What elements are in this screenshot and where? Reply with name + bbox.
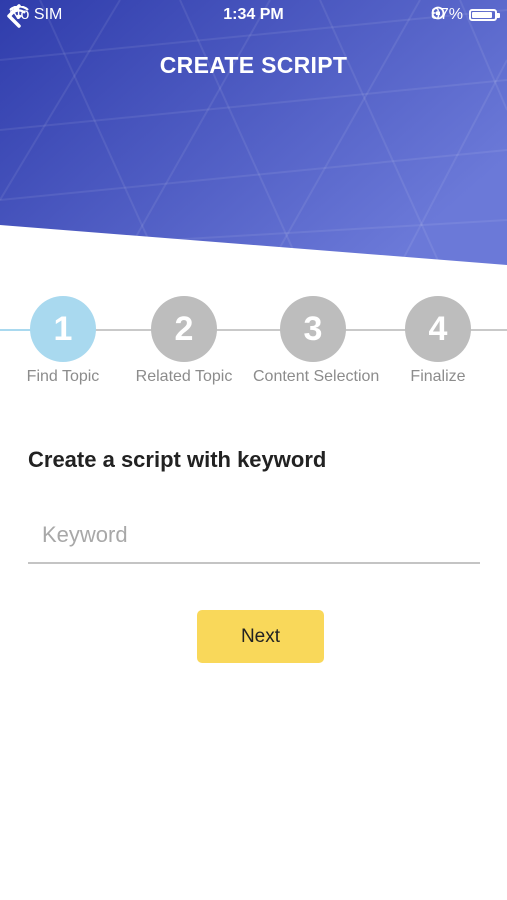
step-number: 3 — [280, 296, 346, 362]
keyword-input[interactable] — [28, 508, 480, 564]
step-find-topic: 1 Find Topic — [3, 296, 123, 386]
step-content-selection: 3 Content Selection — [253, 296, 380, 386]
status-right: 87% — [431, 6, 500, 24]
step-finalize: 4 Finalize — [378, 296, 498, 386]
step-number: 1 — [30, 296, 96, 362]
form-title: Create a script with keyword — [28, 447, 327, 472]
battery-icon — [469, 9, 500, 21]
next-button[interactable]: Next — [197, 610, 324, 663]
step-number: 4 — [405, 296, 471, 362]
header-banner: No SIM 1:34 PM 87% CREATE SCRIPT — [0, 0, 507, 265]
step-label: Content Selection — [253, 368, 380, 385]
back-chevron-icon[interactable] — [0, 0, 32, 32]
step-label: Related Topic — [135, 368, 233, 385]
progress-stepper: 1 Find Topic 2 Related Topic 3 Content S… — [0, 296, 507, 396]
status-bar: No SIM 1:34 PM 87% — [0, 0, 507, 32]
page-title: CREATE SCRIPT — [159, 52, 348, 78]
header-background — [0, 0, 507, 265]
step-label: Finalize — [410, 368, 466, 385]
step-label: Find Topic — [26, 368, 100, 385]
orientation-lock-icon — [431, 6, 445, 20]
step-number: 2 — [151, 296, 217, 362]
step-related-topic: 2 Related Topic — [124, 296, 244, 386]
